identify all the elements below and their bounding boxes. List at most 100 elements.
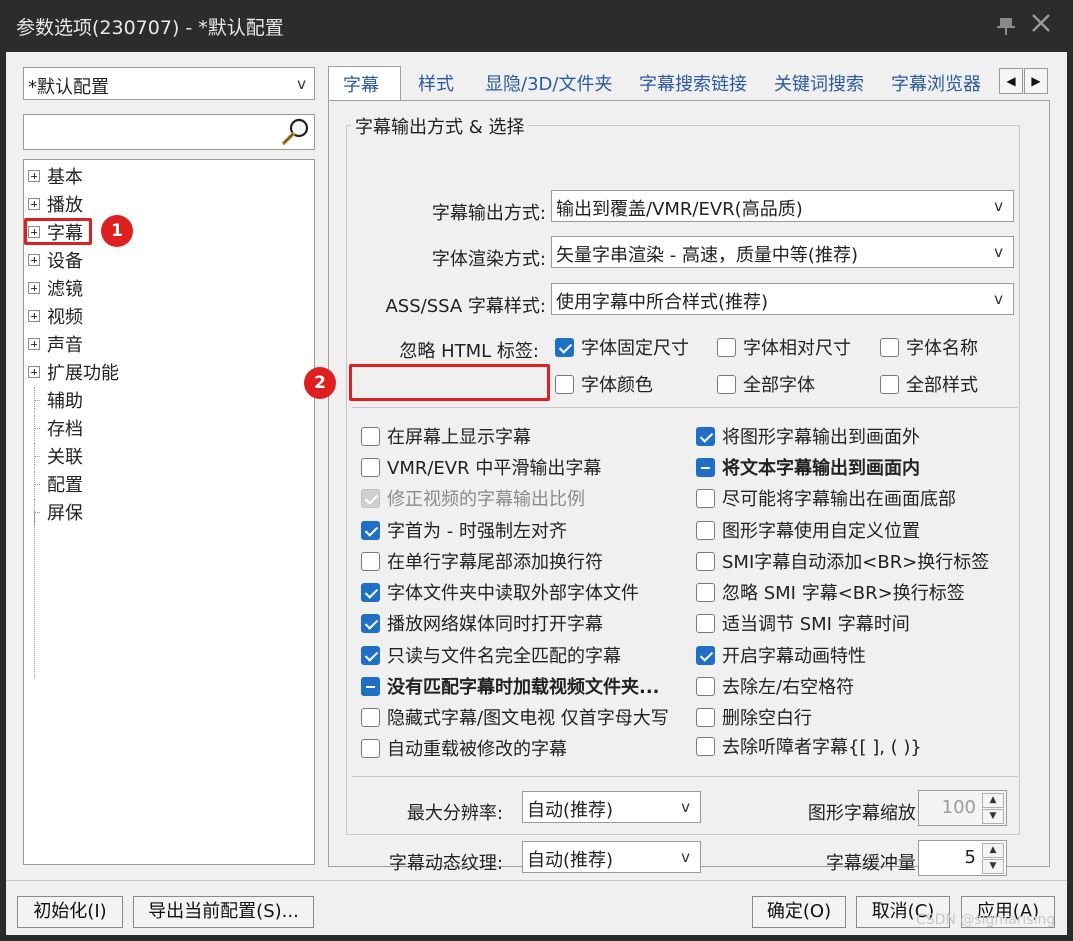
reset-button[interactable]: 初始化(I): [17, 896, 123, 928]
tree-item-assist[interactable]: 辅助: [28, 387, 83, 413]
output-mode-select[interactable]: 输出到覆盖/VMR/EVR(高品质) v: [551, 190, 1014, 222]
remove-blank-lines-checkbox[interactable]: 删除空白行: [696, 704, 812, 730]
checkbox[interactable]: [361, 582, 380, 602]
checkbox[interactable]: [696, 645, 715, 665]
tab-subtitles[interactable]: 字幕: [328, 66, 401, 102]
checkbox[interactable]: [361, 613, 380, 633]
load-folder-subtitles-checkbox[interactable]: 没有匹配字幕时加载视频文件夹...: [361, 673, 660, 699]
checkbox[interactable]: [696, 488, 715, 508]
html-option-relative-size[interactable]: 字体相对尺寸: [717, 334, 851, 360]
checkbox[interactable]: [696, 426, 715, 446]
checkbox[interactable]: [555, 337, 574, 357]
checkbox[interactable]: [880, 337, 899, 357]
html-option-fixed-size[interactable]: 字体固定尺寸: [555, 334, 689, 360]
search-input[interactable]: [23, 114, 315, 150]
expand-icon[interactable]: [28, 254, 40, 266]
checkbox[interactable]: [717, 374, 736, 394]
checkbox[interactable]: [717, 337, 736, 357]
checkbox[interactable]: [696, 707, 715, 727]
auto-reload-checkbox[interactable]: 自动重载被修改的字幕: [361, 735, 567, 761]
tree-item-video[interactable]: 视频: [28, 303, 83, 329]
smi-add-br-checkbox[interactable]: SMI字幕自动添加<BR>换行标签: [696, 548, 989, 574]
output-at-bottom-checkbox[interactable]: 尽可能将字幕输出在画面底部: [696, 485, 956, 511]
smooth-output-checkbox[interactable]: VMR/EVR 中平滑输出字幕: [361, 454, 601, 480]
checkbox[interactable]: [361, 738, 380, 758]
tree-item-screensaver[interactable]: 屏保: [28, 499, 83, 525]
checkbox[interactable]: [696, 551, 715, 571]
smi-ignore-br-checkbox[interactable]: 忽略 SMI 字幕<BR>换行标签: [696, 579, 965, 605]
tab-scroll-right-icon[interactable]: ▶: [1024, 68, 1048, 94]
tree-item-config[interactable]: 配置: [28, 471, 83, 497]
dynamic-texture-select[interactable]: 自动(推荐) v: [522, 841, 701, 873]
html-option-font-name[interactable]: 字体名称: [880, 334, 978, 360]
custom-bitmap-position-checkbox[interactable]: 图形字幕使用自定义位置: [696, 517, 920, 543]
checkbox[interactable]: [361, 676, 380, 696]
render-mode-select[interactable]: 矢量字串渲染 - 高速，质量中等(推荐) v: [551, 236, 1014, 268]
spin-up-icon[interactable]: ▲: [982, 843, 1004, 858]
profile-select[interactable]: *默认配置 v: [23, 67, 315, 100]
add-line-break-checkbox[interactable]: 在单行字幕尾部添加换行符: [361, 548, 603, 574]
tab-scroll-left-icon[interactable]: ◀: [999, 68, 1023, 94]
checkbox[interactable]: [361, 426, 380, 446]
tree-item-device[interactable]: 设备: [28, 247, 83, 273]
force-left-align-checkbox[interactable]: 字首为 - 时强制左对齐: [361, 517, 567, 543]
tab-bar: 字幕 样式 显隐/3D/文件夹 字幕搜索链接 关键词搜索 字幕浏览器 ◀ ▶: [328, 66, 1052, 102]
checkbox[interactable]: [361, 551, 380, 571]
tree-item-filters[interactable]: 滤镜: [28, 275, 83, 301]
html-option-all-fonts[interactable]: 全部字体: [717, 371, 815, 397]
tree-item-archive[interactable]: 存档: [28, 415, 83, 441]
checkbox[interactable]: [361, 520, 380, 540]
expand-icon[interactable]: [28, 282, 40, 294]
checkbox[interactable]: [696, 582, 715, 602]
bitmap-outside-video-checkbox[interactable]: 将图形字幕输出到画面外: [696, 423, 920, 449]
show-subtitles-on-screen-checkbox[interactable]: 在屏幕上显示字幕: [361, 423, 531, 449]
exact-filename-match-checkbox[interactable]: 只读与文件名完全匹配的字幕: [361, 642, 621, 668]
tree-item-extensions[interactable]: 扩展功能: [28, 359, 119, 385]
subtitle-animation-checkbox[interactable]: 开启字幕动画特性: [696, 642, 866, 668]
checkbox[interactable]: [361, 645, 380, 665]
ok-button[interactable]: 确定(O): [752, 896, 846, 928]
checkbox[interactable]: [696, 676, 715, 696]
export-config-button[interactable]: 导出当前配置(S)...: [133, 896, 314, 928]
max-resolution-select[interactable]: 自动(推荐) v: [522, 791, 701, 823]
smi-adjust-timing-checkbox[interactable]: 适当调节 SMI 字幕时间: [696, 610, 910, 636]
category-tree[interactable]: 基本 播放 字幕 设备 滤镜 视频 声音 扩展功能 辅助 存档 关联 配置 屏保: [23, 159, 315, 865]
tab-subtitle-browser[interactable]: 字幕浏览器: [891, 66, 981, 100]
expand-icon[interactable]: [28, 338, 40, 350]
checkbox[interactable]: [696, 613, 715, 633]
html-option-all-styles[interactable]: 全部样式: [880, 371, 978, 397]
buffer-spinner[interactable]: 5 ▲ ▼: [918, 840, 1007, 876]
closed-caption-capitalize-checkbox[interactable]: 隐藏式字幕/图文电视 仅首字母大写: [361, 704, 669, 730]
checkbox[interactable]: [696, 736, 715, 756]
expand-icon[interactable]: [28, 198, 40, 210]
html-option-font-color[interactable]: 字体颜色: [555, 371, 653, 397]
ass-style-select[interactable]: 使用字幕中所合样式(推荐) v: [551, 283, 1014, 315]
pin-icon[interactable]: [995, 14, 1017, 36]
remove-hearing-impaired-checkbox[interactable]: 去除听障者字幕{[ ], ( )}: [696, 733, 922, 759]
external-fonts-checkbox[interactable]: 字体文件夹中读取外部字体文件: [361, 579, 639, 605]
text-inside-video-checkbox[interactable]: 将文本字幕输出到画面内: [696, 454, 920, 480]
expand-icon[interactable]: [28, 170, 40, 182]
tree-item-playback[interactable]: 播放: [28, 191, 83, 217]
close-icon[interactable]: [1030, 12, 1052, 34]
checkbox[interactable]: [361, 707, 380, 727]
tab-keyword-search[interactable]: 关键词搜索: [774, 66, 864, 100]
checkbox[interactable]: [696, 457, 715, 477]
network-media-subtitles-checkbox[interactable]: 播放网络媒体同时打开字幕: [361, 610, 603, 636]
expand-icon[interactable]: [28, 310, 40, 322]
spin-down-icon[interactable]: ▼: [982, 859, 1004, 874]
checkbox[interactable]: [696, 520, 715, 540]
checkbox-label: 字体颜色: [581, 375, 653, 396]
checkbox[interactable]: [555, 374, 574, 394]
tab-subtitle-search-links[interactable]: 字幕搜索链接: [639, 66, 747, 100]
tree-item-association[interactable]: 关联: [28, 443, 83, 469]
checkbox[interactable]: [361, 457, 380, 477]
trim-spaces-checkbox[interactable]: 去除左/右空格符: [696, 673, 854, 699]
tab-style[interactable]: 样式: [418, 66, 454, 100]
tab-visibility-3d-folder[interactable]: 显隐/3D/文件夹: [485, 66, 612, 100]
expand-icon[interactable]: [28, 366, 40, 378]
tree-item-audio[interactable]: 声音: [28, 331, 83, 357]
search-icon[interactable]: [281, 117, 311, 147]
tree-item-basic[interactable]: 基本: [28, 163, 83, 189]
checkbox[interactable]: [880, 374, 899, 394]
